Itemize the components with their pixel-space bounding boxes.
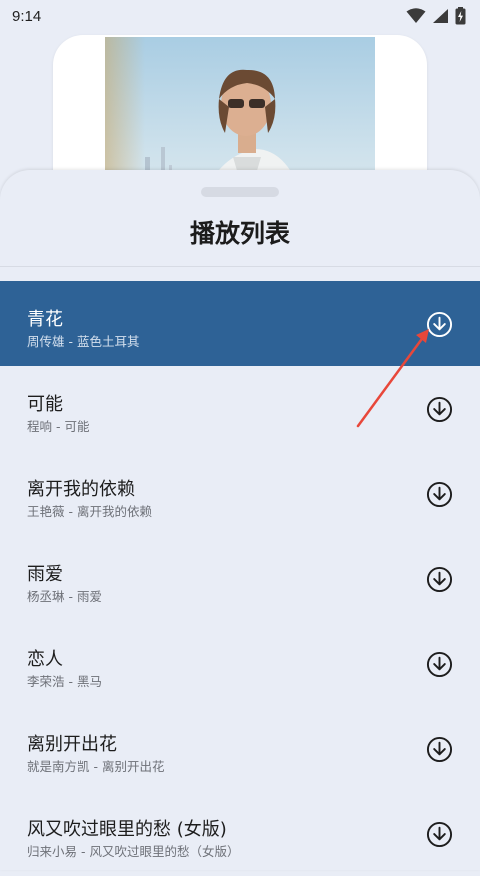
song-row[interactable]: 雨爱 杨丞琳 - 雨爱 [0, 536, 480, 621]
download-icon[interactable] [426, 481, 453, 508]
download-icon[interactable] [426, 311, 453, 338]
song-artist-album: 王艳薇 - 离开我的依赖 [27, 504, 152, 519]
playlist-sheet: 播放列表 青花 周传雄 - 蓝色土耳其 可能 程响 - 可能 离开我的依赖 王艳… [0, 170, 480, 870]
download-icon[interactable] [426, 566, 453, 593]
song-row[interactable]: 可能 程响 - 可能 [0, 366, 480, 451]
song-artist-album: 杨丞琳 - 雨爱 [27, 589, 102, 604]
song-artist-album: 程响 - 可能 [27, 419, 90, 434]
song-list: 青花 周传雄 - 蓝色土耳其 可能 程响 - 可能 离开我的依赖 王艳薇 - 离… [0, 281, 480, 876]
song-title: 可能 [27, 394, 63, 415]
song-title: 青花 [27, 309, 63, 330]
song-title: 雨爱 [27, 564, 63, 585]
song-row[interactable]: 离开我的依赖 王艳薇 - 离开我的依赖 [0, 451, 480, 536]
signal-icon [433, 9, 448, 23]
song-artist-album: 周传雄 - 蓝色土耳其 [27, 334, 140, 349]
song-title: 离别开出花 [27, 734, 117, 755]
song-artist-album: 李荣浩 - 黑马 [27, 674, 102, 689]
wifi-icon [406, 8, 426, 23]
song-row[interactable]: 风又吹过眼里的愁 (女版) 归来小易 - 风又吹过眼里的愁（女版） [0, 791, 480, 876]
download-icon[interactable] [426, 736, 453, 763]
song-row[interactable]: 离别开出花 就是南方凯 - 离别开出花 [0, 706, 480, 791]
song-row-current[interactable]: 青花 周传雄 - 蓝色土耳其 [0, 281, 480, 366]
download-icon[interactable] [426, 651, 453, 678]
status-bar: 9:14 [0, 0, 480, 32]
song-artist-album: 就是南方凯 - 离别开出花 [27, 759, 165, 774]
song-title: 离开我的依赖 [27, 479, 135, 500]
status-icons [406, 7, 466, 25]
download-icon[interactable] [426, 821, 453, 848]
divider [0, 266, 480, 267]
playlist-title: 播放列表 [189, 219, 290, 248]
song-artist-album: 归来小易 - 风又吹过眼里的愁（女版） [27, 844, 240, 859]
status-time: 9:14 [12, 7, 42, 25]
song-title: 风又吹过眼里的愁 (女版) [27, 819, 227, 840]
download-icon[interactable] [426, 396, 453, 423]
battery-charging-icon [455, 7, 466, 25]
song-row[interactable]: 恋人 李荣浩 - 黑马 [0, 621, 480, 706]
song-title: 恋人 [27, 649, 63, 670]
drag-handle[interactable] [201, 187, 279, 197]
